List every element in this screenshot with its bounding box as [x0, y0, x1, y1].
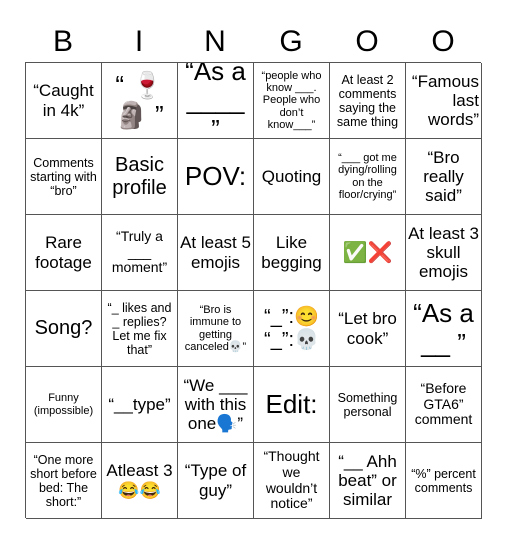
bingo-cell-r5c3[interactable]: “We ___ with this one🗣️” — [178, 367, 254, 443]
cell-text: “Let bro cook” — [338, 309, 397, 348]
cell-text: Edit: — [265, 388, 318, 419]
bingo-cell-r5c4[interactable]: Edit: — [254, 367, 330, 443]
cell-text: Song? — [34, 317, 93, 340]
cell-text: Atleast 3 😂😂 — [106, 461, 173, 500]
bingo-cell-r1c3[interactable]: “As a ____ ” — [178, 63, 254, 139]
bingo-cell-r2c5[interactable]: “___ got me dying/rolling on the floor/c… — [330, 139, 406, 215]
cell-text: Rare footage — [35, 233, 92, 272]
cell-text: “Before GTA6” comment — [414, 379, 473, 428]
header-letter-n: N — [204, 25, 226, 58]
bingo-cell-r5c6[interactable]: “Before GTA6” comment — [406, 367, 482, 443]
bingo-cell-r1c6[interactable]: “Famous last words” — [406, 63, 482, 139]
cell-text: “Truly a ___ moment” — [111, 227, 168, 276]
bingo-cell-r5c5[interactable]: Something personal — [330, 367, 406, 443]
cell-text: At least 2 comments saying the same thin… — [336, 72, 399, 129]
bingo-cell-r1c2[interactable]: “ 🍷 🗿 ” — [102, 63, 178, 139]
bingo-board: “Caught in 4k” “ 🍷 🗿 ” “As a ____ ” “peo… — [25, 62, 482, 519]
bingo-cell-r3c6[interactable]: At least 3 skull emojis — [406, 215, 482, 291]
bingo-cell-r4c3[interactable]: “Bro is immune to getting canceled💀” — [178, 291, 254, 367]
cell-text: Basic profile — [112, 154, 167, 199]
cell-text: Comments starting with “bro” — [30, 155, 97, 198]
cell-text: “___ got me dying/rolling on the floor/c… — [338, 151, 397, 201]
bingo-cell-r2c1[interactable]: Comments starting with “bro” — [26, 139, 102, 215]
cell-text: “%” percent comments — [411, 466, 476, 495]
cell-text: “Famous last words” — [411, 71, 479, 130]
bingo-cell-r3c5[interactable]: ✅❌ — [330, 215, 406, 291]
header-letter-g: G — [279, 25, 303, 58]
bingo-cell-r2c6[interactable]: “Bro really said” — [406, 139, 482, 215]
header-letter-o1: O — [355, 25, 379, 58]
bingo-cell-r4c4[interactable]: “_”:😊 “_”:💀 — [254, 291, 330, 367]
bingo-cell-r5c2[interactable]: “__type” — [102, 367, 178, 443]
bingo-cell-r3c2[interactable]: “Truly a ___ moment” — [102, 215, 178, 291]
bingo-cell-r5c1[interactable]: Funny (impossible) — [26, 367, 102, 443]
cell-text: Funny (impossible) — [33, 392, 94, 417]
bingo-cell-r2c4[interactable]: Quoting — [254, 139, 330, 215]
bingo-cell-r4c2[interactable]: “_ likes and _ replies? Let me fix that” — [102, 291, 178, 367]
cell-text: Something personal — [337, 390, 398, 419]
bingo-cell-r4c6[interactable]: “As a __ ” — [406, 291, 482, 367]
cell-text: Like begging — [261, 233, 322, 272]
check-cross-icon: ✅❌ — [342, 241, 393, 264]
bingo-header: B I N G O O — [25, 22, 481, 62]
bingo-cell-r6c5[interactable]: “__ Ahh beat” or similar — [330, 443, 406, 519]
cell-text: At least 5 emojis — [180, 233, 251, 272]
bingo-cell-r3c3[interactable]: At least 5 emojis — [178, 215, 254, 291]
cell-text: “people who know ___. People who don’t k… — [261, 69, 322, 131]
cell-text: “__type” — [108, 394, 171, 414]
cell-text: “As a ____ ” — [185, 63, 246, 139]
cell-text: “Type of guy” — [184, 461, 247, 500]
smile-skull-emoji-text: “_”:😊 “_”:💀 — [264, 306, 319, 351]
cell-text: Quoting — [261, 166, 322, 186]
wine-moai-emoji-text: “ 🍷 🗿 ” — [115, 70, 164, 130]
cell-text: “As a __ ” — [413, 298, 474, 358]
bingo-cell-r1c1[interactable]: “Caught in 4k” — [26, 63, 102, 139]
bingo-cell-r6c6[interactable]: “%” percent comments — [406, 443, 482, 519]
cell-text: “Bro is immune to getting canceled💀” — [184, 303, 247, 353]
cell-text: “Thought we wouldn’t notice” — [263, 448, 320, 512]
cell-text: POV: — [184, 160, 247, 191]
bingo-cell-r6c2[interactable]: Atleast 3 😂😂 — [102, 443, 178, 519]
bingo-cell-r6c3[interactable]: “Type of guy” — [178, 443, 254, 519]
cell-text: “One more short before bed: The short:” — [30, 452, 97, 509]
bingo-cell-r1c5[interactable]: At least 2 comments saying the same thin… — [330, 63, 406, 139]
bingo-cell-r6c1[interactable]: “One more short before bed: The short:” — [26, 443, 102, 519]
bingo-cell-r1c4[interactable]: “people who know ___. People who don’t k… — [254, 63, 330, 139]
bingo-cell-r4c1[interactable]: Song? — [26, 291, 102, 367]
cell-text: “_ likes and _ replies? Let me fix that” — [107, 300, 172, 357]
header-letter-o2: O — [431, 25, 455, 58]
cell-text: “Bro really said” — [423, 147, 464, 206]
cell-text: “We ___ with this one🗣️” — [183, 375, 248, 434]
bingo-cell-r6c4[interactable]: “Thought we wouldn’t notice” — [254, 443, 330, 519]
header-letter-i: I — [134, 25, 144, 58]
bingo-cell-r3c4[interactable]: Like begging — [254, 215, 330, 291]
bingo-cell-r2c2[interactable]: Basic profile — [102, 139, 178, 215]
cell-text: “Caught in 4k” — [33, 81, 94, 120]
header-letter-b: B — [52, 25, 73, 58]
cell-text: At least 3 skull emojis — [408, 223, 479, 282]
cell-text: “__ Ahh beat” or similar — [338, 451, 397, 510]
bingo-cell-r3c1[interactable]: Rare footage — [26, 215, 102, 291]
bingo-cell-r4c5[interactable]: “Let bro cook” — [330, 291, 406, 367]
bingo-cell-r2c3[interactable]: POV: — [178, 139, 254, 215]
